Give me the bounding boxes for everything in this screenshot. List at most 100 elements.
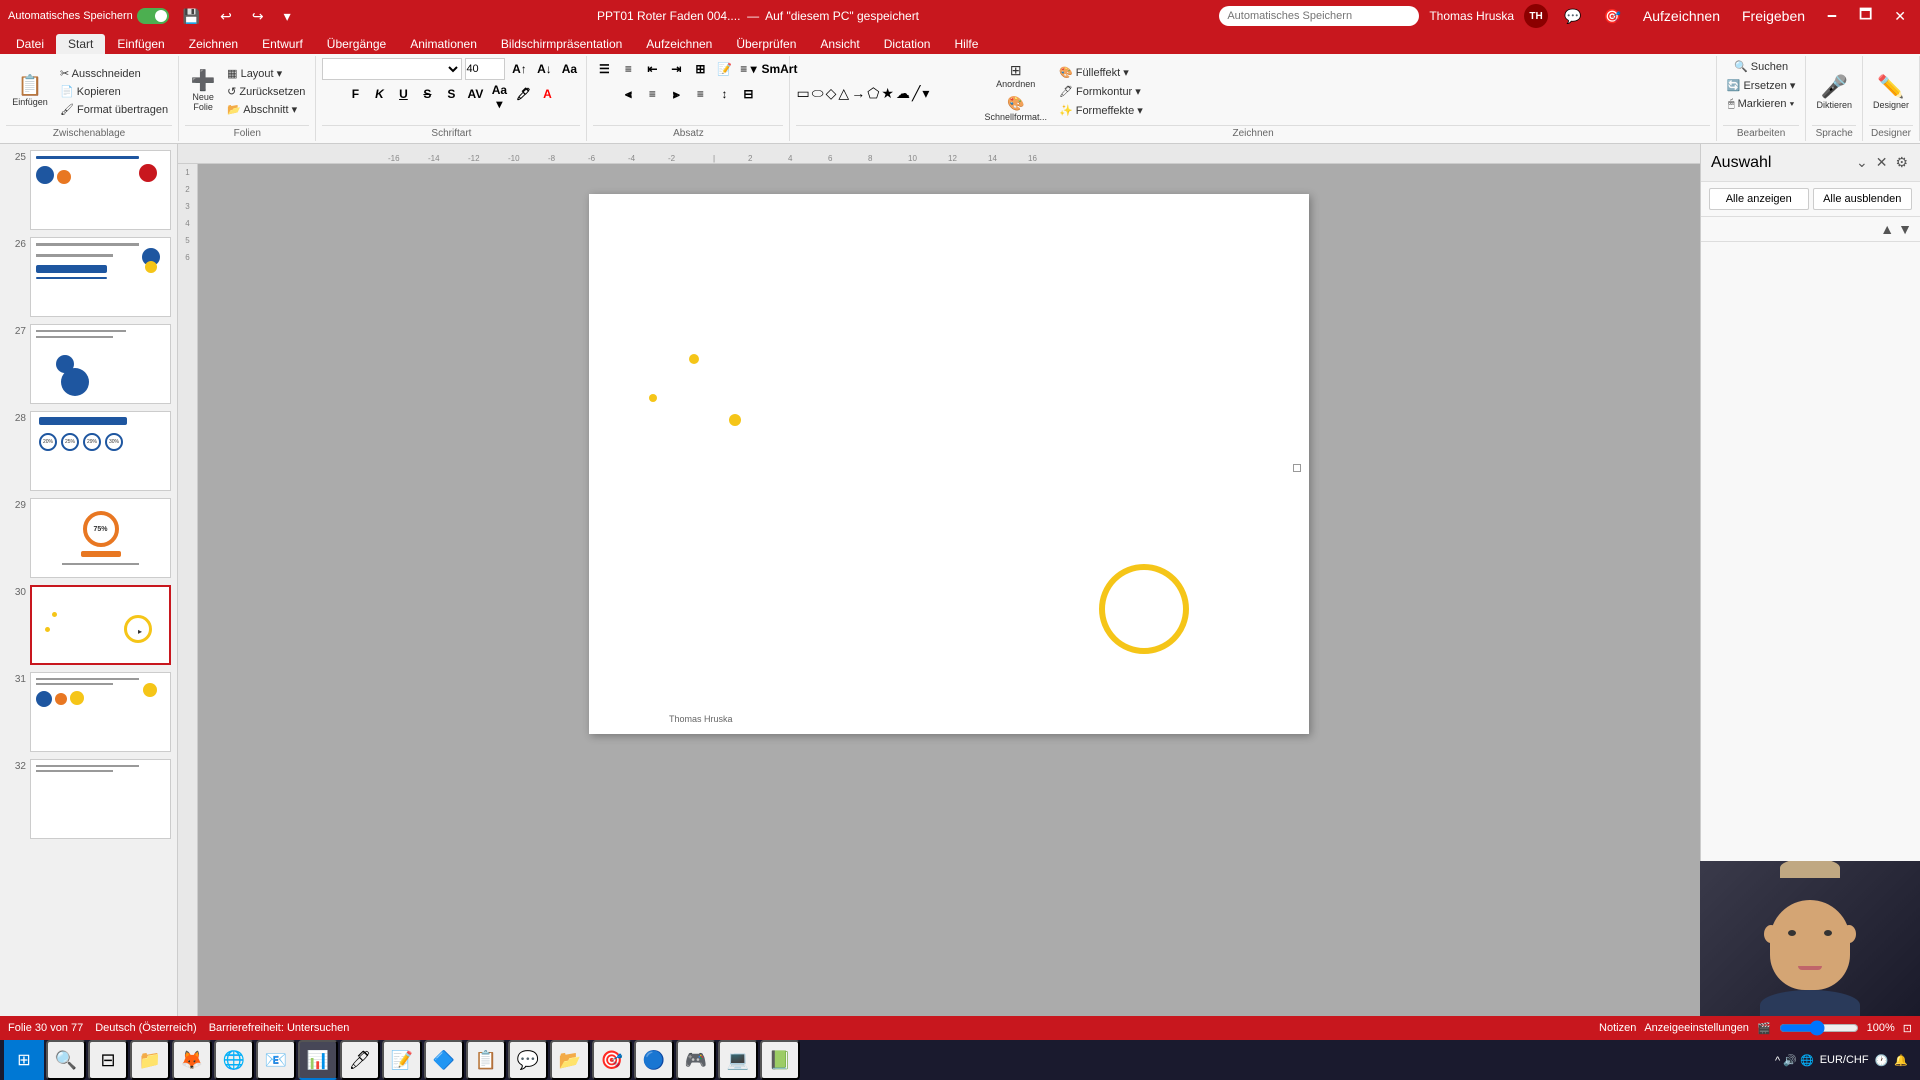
start-btn[interactable]: ⊞ xyxy=(4,1040,44,1080)
show-all-btn[interactable]: Alle anzeigen xyxy=(1709,188,1809,210)
focus-btn[interactable]: 🎯 xyxy=(592,1040,632,1080)
align-right-btn[interactable]: ⫸ xyxy=(665,83,687,105)
zoom-slider[interactable] xyxy=(1779,1020,1859,1036)
tab-zeichnen[interactable]: Zeichnen xyxy=(177,34,250,54)
smartart-btn[interactable]: SmArt xyxy=(761,58,783,80)
italic-btn[interactable]: K xyxy=(368,83,390,105)
strike-btn[interactable]: S xyxy=(416,83,438,105)
comments-btn[interactable]: 💬 xyxy=(1558,6,1587,27)
present-btn[interactable]: 🎯 xyxy=(1597,6,1626,27)
onenote-btn[interactable]: 📋 xyxy=(466,1040,506,1080)
slide-thumb-31[interactable] xyxy=(30,672,171,752)
slide-thumb-30[interactable]: ▸ xyxy=(30,585,171,665)
slide-thumb-25[interactable] xyxy=(30,150,171,230)
highlight-btn[interactable]: 🖊 xyxy=(512,83,534,105)
panel-down-btn[interactable]: ▼ xyxy=(1896,219,1914,239)
shape-diamond[interactable]: ◇ xyxy=(826,85,837,102)
cols-btn[interactable]: ⊞ xyxy=(689,58,711,80)
notes-taskbar-btn[interactable]: 📝 xyxy=(382,1040,422,1080)
layout-btn[interactable]: ▦ Layout ▾ xyxy=(223,65,309,82)
font-size-down-btn[interactable]: A↓ xyxy=(533,58,555,80)
edge-btn[interactable]: 💻 xyxy=(718,1040,758,1080)
maximize-btn[interactable]: 🗖 xyxy=(1853,2,1878,30)
undo-btn[interactable]: ↩ xyxy=(214,6,238,27)
folder-btn[interactable]: 📂 xyxy=(550,1040,590,1080)
designer-btn[interactable]: ✏️ Designer xyxy=(1869,72,1913,112)
close-btn[interactable]: ✕ xyxy=(1888,6,1912,27)
align-left-btn[interactable]: ⫷ xyxy=(617,83,639,105)
yellow-circle-element[interactable] xyxy=(1099,564,1189,654)
bold-btn[interactable]: F xyxy=(344,83,366,105)
tab-aufzeichnen[interactable]: Aufzeichnen xyxy=(634,34,724,54)
slide-item-26[interactable]: 26 xyxy=(4,235,173,319)
spacing-btn[interactable]: AV xyxy=(464,83,486,105)
fill-btn[interactable]: 🎨 Fülleffekt ▾ xyxy=(1055,64,1147,81)
slide-show-btn[interactable]: 🎬 xyxy=(1757,1022,1771,1035)
shape-more[interactable]: ▾ xyxy=(922,85,929,102)
tab-start[interactable]: Start xyxy=(56,34,105,54)
align-center-btn[interactable]: ≡ xyxy=(641,83,663,105)
slide-thumb-32[interactable] xyxy=(30,759,171,839)
tab-entwurf[interactable]: Entwurf xyxy=(250,34,315,54)
selection-handle[interactable] xyxy=(1293,464,1301,472)
quick-styles-btn[interactable]: 🎨 Schnellformat... xyxy=(980,93,1051,124)
powerpoint-btn[interactable]: 📊 xyxy=(298,1040,338,1080)
slide-item-25[interactable]: 25 xyxy=(4,148,173,232)
save-btn[interactable]: 💾 xyxy=(177,6,206,27)
chrome-btn[interactable]: 🌐 xyxy=(214,1040,254,1080)
dictate-btn[interactable]: 🎤 Diktieren xyxy=(1812,72,1856,112)
slide-thumb-29[interactable]: ★ 75% xyxy=(30,498,171,578)
notes-btn[interactable]: Notizen xyxy=(1599,1022,1636,1034)
bullet-list-btn[interactable]: ☰ xyxy=(593,58,615,80)
cut-btn[interactable]: ✂ Ausschneiden xyxy=(56,65,172,82)
shadow-btn[interactable]: S xyxy=(440,83,462,105)
replace-btn[interactable]: 🔄 Ersetzen ▾ xyxy=(1723,77,1800,94)
textbox-btn[interactable]: 📝 xyxy=(713,58,735,80)
shape-round[interactable]: ⬭ xyxy=(812,85,824,102)
display-settings-btn[interactable]: Anzeigeeinstellungen xyxy=(1644,1022,1749,1034)
new-slide-btn[interactable]: ➕ NeueFolie xyxy=(185,69,221,114)
shape-cloud[interactable]: ☁ xyxy=(896,85,910,102)
firefox-btn[interactable]: 🦊 xyxy=(172,1040,212,1080)
tab-bildschirm[interactable]: Bildschirmpräsentation xyxy=(489,34,634,54)
panel-settings-btn[interactable]: ⚙ xyxy=(1893,152,1910,173)
slide-thumb-27[interactable]: ★ xyxy=(30,324,171,404)
fit-btn[interactable]: ⊡ xyxy=(1903,1022,1912,1035)
tab-hilfe[interactable]: Hilfe xyxy=(942,34,990,54)
green-app-btn[interactable]: 🎮 xyxy=(676,1040,716,1080)
slide-item-27[interactable]: 27 ★ xyxy=(4,322,173,406)
paste-btn[interactable]: 📋 Einfügen xyxy=(6,74,54,109)
indent-btn[interactable]: ⇥ xyxy=(665,58,687,80)
search-btn[interactable]: 🔍 Suchen xyxy=(1730,58,1792,75)
search-taskbar-btn[interactable]: 🔍 xyxy=(46,1040,86,1080)
slide-canvas[interactable]: Thomas Hruska xyxy=(589,194,1309,734)
shape-arrow[interactable]: → xyxy=(851,85,865,102)
tab-datei[interactable]: Datei xyxy=(4,34,56,54)
teams-btn[interactable]: 🔷 xyxy=(424,1040,464,1080)
panel-expand-btn[interactable]: ⌄ xyxy=(1854,152,1870,173)
shape-rect[interactable]: ▭ xyxy=(796,85,809,102)
select-btn[interactable]: 🖱 Markieren ▾ xyxy=(1724,96,1798,113)
slide-thumb-26[interactable] xyxy=(30,237,171,317)
editor-scroll[interactable]: Thomas Hruska xyxy=(198,164,1700,1016)
tab-ansicht[interactable]: Ansicht xyxy=(808,34,871,54)
hide-all-btn[interactable]: Alle ausblenden xyxy=(1813,188,1913,210)
tab-uebergaenge[interactable]: Übergänge xyxy=(315,34,398,54)
customize-btn[interactable]: ▾ xyxy=(278,6,297,27)
outlook-btn[interactable]: 📧 xyxy=(256,1040,296,1080)
copy-btn[interactable]: 📄 Kopieren xyxy=(56,83,172,100)
panel-up-btn[interactable]: ▲ xyxy=(1878,219,1896,239)
notification-btn[interactable]: 🔔 xyxy=(1894,1054,1908,1067)
font-selector[interactable] xyxy=(322,58,462,80)
chat-btn[interactable]: 💬 xyxy=(508,1040,548,1080)
slide-item-30[interactable]: 30 ▸ xyxy=(4,583,173,667)
slide-item-28[interactable]: 28 ★ 20% 25% 29% 30% xyxy=(4,409,173,493)
tab-animationen[interactable]: Animationen xyxy=(398,34,489,54)
tab-dictation[interactable]: Dictation xyxy=(872,34,943,54)
effect-btn[interactable]: ✨ Formeffekte ▾ xyxy=(1055,102,1147,119)
search-input[interactable] xyxy=(1219,6,1419,26)
justify-btn[interactable]: ≡ xyxy=(689,83,711,105)
font-size-up-btn[interactable]: A↑ xyxy=(508,58,530,80)
freigeben-btn[interactable]: Freigeben xyxy=(1736,6,1811,26)
panel-close-btn[interactable]: ✕ xyxy=(1874,152,1890,173)
